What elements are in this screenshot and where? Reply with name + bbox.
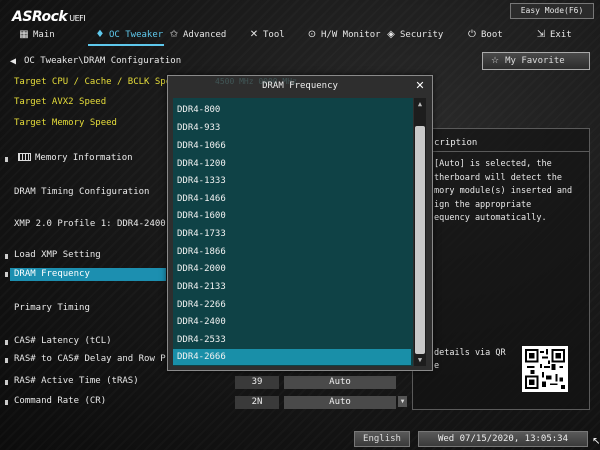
close-icon[interactable]: ✕ — [412, 78, 428, 94]
asrock-logo: ASRock UEFI — [12, 9, 86, 25]
menu-oc-tweaker[interactable]: ♦ OC Tweaker — [94, 26, 164, 44]
item-marker — [5, 340, 8, 345]
description-text: [Auto] is selected, the therboard will d… — [434, 158, 584, 226]
monitor-icon: ⊙ — [307, 29, 317, 40]
frequency-option[interactable]: DDR4-1866 — [173, 244, 411, 260]
scroll-up-icon[interactable]: ▲ — [414, 98, 426, 110]
description-line: equency automatically. — [434, 213, 547, 223]
menu-security-label: Security — [400, 30, 444, 40]
my-favorite-button[interactable]: ☆ My Favorite — [482, 52, 590, 70]
description-line: mory module(s) inserted and — [434, 186, 573, 196]
load-xmp-setting-item[interactable]: Load XMP Setting — [14, 250, 101, 260]
main-menu: ▦ Main ♦ OC Tweaker ✩ Advanced ✕ Tool ⊙ H/W M… — [0, 26, 600, 44]
scrollbar-thumb[interactable] — [415, 126, 425, 354]
shield-icon: ◈ — [387, 29, 395, 40]
menu-exit[interactable]: ⇲ Exit — [535, 26, 572, 44]
command-rate-item[interactable]: Command Rate (CR) — [14, 396, 106, 406]
qr-hint-line: e — [434, 361, 440, 371]
menu-tool[interactable]: ✕ Tool — [248, 26, 285, 44]
easy-mode-button[interactable]: Easy Mode(F6) — [510, 3, 594, 19]
menu-hw-monitor-label: H/W Monitor — [321, 30, 381, 40]
memory-information-label: Memory Information — [35, 153, 133, 163]
frequency-option[interactable]: DDR4-2400 — [173, 314, 411, 330]
dram-frequency-item[interactable]: DRAM Frequency — [10, 268, 166, 281]
grid-icon: ▦ — [19, 29, 29, 40]
frequency-option[interactable]: DDR4-1466 — [173, 191, 411, 207]
frequency-option[interactable]: DDR4-2533 — [173, 332, 411, 348]
wrench-icon: ✕ — [249, 29, 259, 40]
menu-security[interactable]: ◈ Security — [385, 26, 443, 44]
frequency-option[interactable]: DDR4-2133 — [173, 279, 411, 295]
menu-main[interactable]: ▦ Main — [18, 26, 55, 44]
item-marker — [5, 272, 8, 277]
menu-tool-label: Tool — [263, 30, 285, 40]
qr-hint-line: details via QR — [434, 348, 506, 358]
brand-name: ASRock — [12, 9, 68, 25]
page-scroll-down-icon[interactable]: ▼ — [398, 396, 407, 407]
description-line: [Auto] is selected, the — [434, 159, 552, 169]
menu-boot-label: Boot — [481, 30, 503, 40]
frequency-option[interactable]: DDR4-1066 — [173, 138, 411, 154]
qr-code-icon — [522, 346, 568, 392]
primary-timing-heading: Primary Timing — [14, 303, 90, 313]
my-favorite-label: My Favorite — [505, 56, 565, 66]
ras-active-value: 39 — [235, 376, 279, 389]
memory-module-icon — [18, 153, 31, 161]
active-tab-underline — [88, 44, 164, 46]
menu-advanced[interactable]: ✩ Advanced — [168, 26, 227, 44]
target-avx2-label: Target AVX2 Speed — [14, 97, 107, 107]
date-time-display: Wed 07/15/2020, 13:05:34 — [418, 431, 588, 447]
ras-active-time-item[interactable]: RAS# Active Time (tRAS) — [14, 376, 139, 386]
target-cpu-label: Target CPU / Cache / BCLK Speed — [14, 77, 182, 87]
frequency-option-selected[interactable]: DDR4-2666 — [173, 349, 411, 365]
command-rate-value: 2N — [235, 396, 279, 409]
menu-advanced-label: Advanced — [183, 30, 227, 40]
memory-information-item[interactable]: Memory Information — [18, 153, 133, 163]
mouse-cursor-icon: ↖ — [592, 436, 600, 447]
ras-to-cas-item[interactable]: RAS# to CAS# Delay and Row Prech — [14, 354, 187, 364]
frequency-option[interactable]: DDR4-2266 — [173, 297, 411, 313]
frequency-option[interactable]: DDR4-1333 — [173, 173, 411, 189]
menu-exit-label: Exit — [550, 30, 572, 40]
scroll-down-icon[interactable]: ▼ — [414, 354, 426, 366]
language-button[interactable]: English — [354, 431, 410, 447]
item-marker — [5, 380, 8, 385]
star-icon: ✩ — [169, 29, 179, 40]
description-title: cription — [434, 138, 478, 148]
description-line: therboard will detect the — [434, 172, 562, 183]
exit-icon: ⇲ — [536, 29, 546, 40]
command-rate-setting[interactable]: Auto — [284, 396, 396, 409]
frequency-option-list: DDR4-800 DDR4-933 DDR4-1066 DDR4-1200 DD… — [173, 98, 413, 366]
frequency-option[interactable]: DDR4-1600 — [173, 208, 411, 224]
menu-oc-tweaker-label: OC Tweaker — [109, 30, 164, 40]
breadcrumb: OC Tweaker\DRAM Configuration — [24, 56, 182, 66]
xmp-profile-text: XMP 2.0 Profile 1: DDR4-2400 16- — [14, 219, 188, 229]
cas-latency-item[interactable]: CAS# Latency (tCL) — [14, 336, 112, 346]
back-arrow-icon[interactable]: ◀ — [10, 56, 16, 67]
frequency-option[interactable]: DDR4-933 — [173, 120, 411, 136]
item-marker — [5, 157, 8, 162]
target-memory-label: Target Memory Speed — [14, 118, 117, 128]
item-marker — [5, 254, 8, 259]
flame-icon: ♦ — [95, 29, 105, 40]
menu-boot[interactable]: ⏻ Boot — [466, 26, 503, 44]
qr-hint-text: details via QR e — [434, 347, 520, 373]
item-marker — [5, 358, 8, 363]
dialog-title: DRAM Frequency — [262, 81, 338, 91]
ras-active-setting[interactable]: Auto — [284, 376, 396, 389]
description-line: ign the appropriate — [434, 199, 532, 210]
item-marker — [5, 400, 8, 405]
menu-hw-monitor[interactable]: ⊙ H/W Monitor — [306, 26, 381, 44]
dram-timing-config-heading: DRAM Timing Configuration — [14, 187, 150, 197]
menu-main-label: Main — [33, 30, 55, 40]
power-icon: ⏻ — [468, 29, 476, 40]
frequency-option[interactable]: DDR4-800 — [173, 102, 411, 118]
frequency-option[interactable]: DDR4-2000 — [173, 261, 411, 277]
star-icon: ☆ — [491, 56, 500, 66]
frequency-option[interactable]: DDR4-1200 — [173, 156, 411, 172]
frequency-option[interactable]: DDR4-1733 — [173, 226, 411, 242]
brand-suffix: UEFI — [69, 14, 86, 23]
